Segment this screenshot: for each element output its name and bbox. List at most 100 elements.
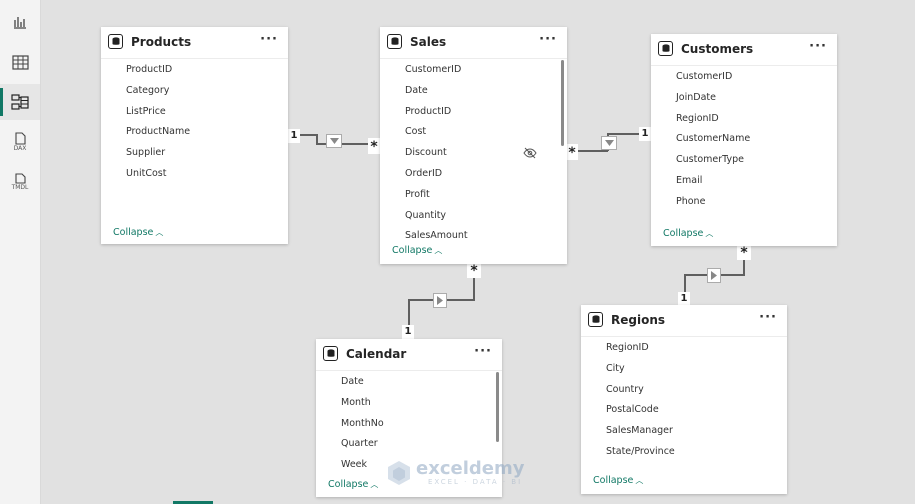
field-item[interactable]: CustomerID <box>651 67 837 88</box>
tmdl-view-button[interactable]: TMDL <box>0 164 40 200</box>
field-item[interactable]: ProductID <box>101 60 288 81</box>
table-card-header[interactable]: Products ··· <box>101 27 288 59</box>
tmdl-label: TMDL <box>11 184 29 191</box>
field-item[interactable]: UnitCost <box>101 164 288 185</box>
exceldemy-watermark: exceldemy EXCEL · DATA · BI <box>386 458 536 490</box>
filter-direction-icon <box>707 268 721 283</box>
field-item[interactable]: RegionID <box>651 109 837 130</box>
table-card-sales[interactable]: Sales ··· CustomerID Date ProductID Cost… <box>380 27 567 264</box>
field-item[interactable]: Email <box>651 171 837 192</box>
cardinality-many-label: * <box>368 138 380 155</box>
field-item[interactable]: Date <box>316 372 502 393</box>
table-card-header[interactable]: Customers ··· <box>651 34 837 66</box>
table-card-regions[interactable]: Regions ··· RegionID City Country Postal… <box>581 305 787 494</box>
table-card-products[interactable]: Products ··· ProductID Category ListPric… <box>101 27 288 244</box>
field-item[interactable]: SalesManager <box>581 421 787 442</box>
collapse-button[interactable]: Collapse ︿ <box>392 245 442 256</box>
relationship-line[interactable] <box>300 134 316 136</box>
cardinality-one-label: 1 <box>402 325 414 339</box>
field-item[interactable]: Quantity <box>380 206 567 227</box>
more-options-icon[interactable]: ··· <box>539 32 557 47</box>
table-icon <box>387 34 402 49</box>
field-list: ProductID Category ListPrice ProductName… <box>101 58 288 228</box>
table-title: Calendar <box>346 347 407 361</box>
filter-direction-icon <box>601 136 617 150</box>
cardinality-many-label: * <box>467 262 481 279</box>
table-view-icon <box>11 54 29 70</box>
dax-query-view-button[interactable]: DAX <box>0 124 40 160</box>
collapse-label: Collapse <box>663 228 704 239</box>
table-icon <box>108 34 123 49</box>
collapse-button[interactable]: Collapse ︿ <box>663 228 713 239</box>
model-view-button[interactable] <box>0 84 40 120</box>
collapse-button[interactable]: Collapse ︿ <box>593 475 643 486</box>
field-item[interactable]: JoinDate <box>651 88 837 109</box>
field-item[interactable]: MonthNo <box>316 414 502 435</box>
field-list: RegionID City Country PostalCode SalesMa… <box>581 336 787 476</box>
table-card-customers[interactable]: Customers ··· CustomerID JoinDate Region… <box>651 34 837 246</box>
tmdl-view-icon <box>14 173 26 184</box>
field-item[interactable]: Month <box>316 393 502 414</box>
exceldemy-logo-icon <box>388 461 410 485</box>
chevron-up-icon: ︿ <box>155 228 164 237</box>
field-item[interactable]: Supplier <box>101 143 288 164</box>
field-item[interactable]: PostalCode <box>581 400 787 421</box>
field-item[interactable]: Quarter <box>316 434 502 455</box>
chevron-up-icon: ︿ <box>705 229 714 238</box>
table-view-button[interactable] <box>0 44 40 80</box>
field-item[interactable]: Category <box>101 81 288 102</box>
field-list: CustomerID Date ProductID Cost Discount … <box>380 58 567 238</box>
table-icon <box>658 41 673 56</box>
table-title: Customers <box>681 42 754 56</box>
model-view-icon <box>11 94 29 110</box>
chevron-up-icon: ︿ <box>635 476 644 485</box>
table-card-header[interactable]: Sales ··· <box>380 27 567 59</box>
collapse-button[interactable]: Collapse ︿ <box>328 479 378 490</box>
table-icon <box>588 312 603 327</box>
field-item[interactable]: Phone <box>651 192 837 213</box>
field-item[interactable]: Country <box>581 380 787 401</box>
relationship-line <box>316 143 372 145</box>
collapse-label: Collapse <box>593 475 634 486</box>
collapse-button[interactable]: Collapse ︿ <box>113 227 163 238</box>
hidden-eye-icon <box>523 147 537 159</box>
cardinality-one-label: 1 <box>639 127 651 141</box>
dax-query-view-icon <box>14 132 26 145</box>
field-item[interactable]: CustomerName <box>651 129 837 150</box>
watermark-name: exceldemy <box>416 458 525 479</box>
field-item[interactable]: State/Province <box>581 442 787 463</box>
cardinality-many-label: * <box>566 144 578 161</box>
relationship-line <box>408 299 410 325</box>
field-item[interactable]: ProductID <box>380 102 567 123</box>
field-item[interactable]: City <box>581 359 787 380</box>
field-item[interactable]: SalesAmount <box>380 226 567 238</box>
filter-direction-icon <box>433 293 447 308</box>
field-item[interactable]: OrderID <box>380 164 567 185</box>
field-item[interactable]: RegionID <box>581 338 787 359</box>
more-options-icon[interactable]: ··· <box>260 32 278 47</box>
collapse-label: Collapse <box>113 227 154 238</box>
field-item[interactable]: ProductName <box>101 122 288 143</box>
relationship-line <box>684 274 686 294</box>
report-view-button[interactable] <box>0 4 40 40</box>
field-item[interactable]: Date <box>380 81 567 102</box>
field-list: CustomerID JoinDate RegionID CustomerNam… <box>651 65 837 220</box>
more-options-icon[interactable]: ··· <box>474 344 492 359</box>
scrollbar[interactable] <box>561 60 564 146</box>
dax-label: DAX <box>13 145 27 152</box>
field-item[interactable]: ListPrice <box>101 102 288 123</box>
chevron-up-icon: ︿ <box>370 480 379 489</box>
field-item[interactable]: Profit <box>380 185 567 206</box>
field-item[interactable]: CustomerType <box>651 150 837 171</box>
scrollbar[interactable] <box>496 372 499 442</box>
more-options-icon[interactable]: ··· <box>759 310 777 325</box>
field-item[interactable]: CustomerID <box>380 60 567 81</box>
collapse-label: Collapse <box>328 479 369 490</box>
field-item[interactable]: Cost <box>380 122 567 143</box>
table-card-header[interactable]: Calendar ··· <box>316 339 502 371</box>
table-icon <box>323 346 338 361</box>
more-options-icon[interactable]: ··· <box>809 39 827 54</box>
cardinality-one-label: 1 <box>288 129 300 143</box>
field-item-hidden[interactable]: Discount <box>380 143 567 164</box>
table-card-header[interactable]: Regions ··· <box>581 305 787 337</box>
